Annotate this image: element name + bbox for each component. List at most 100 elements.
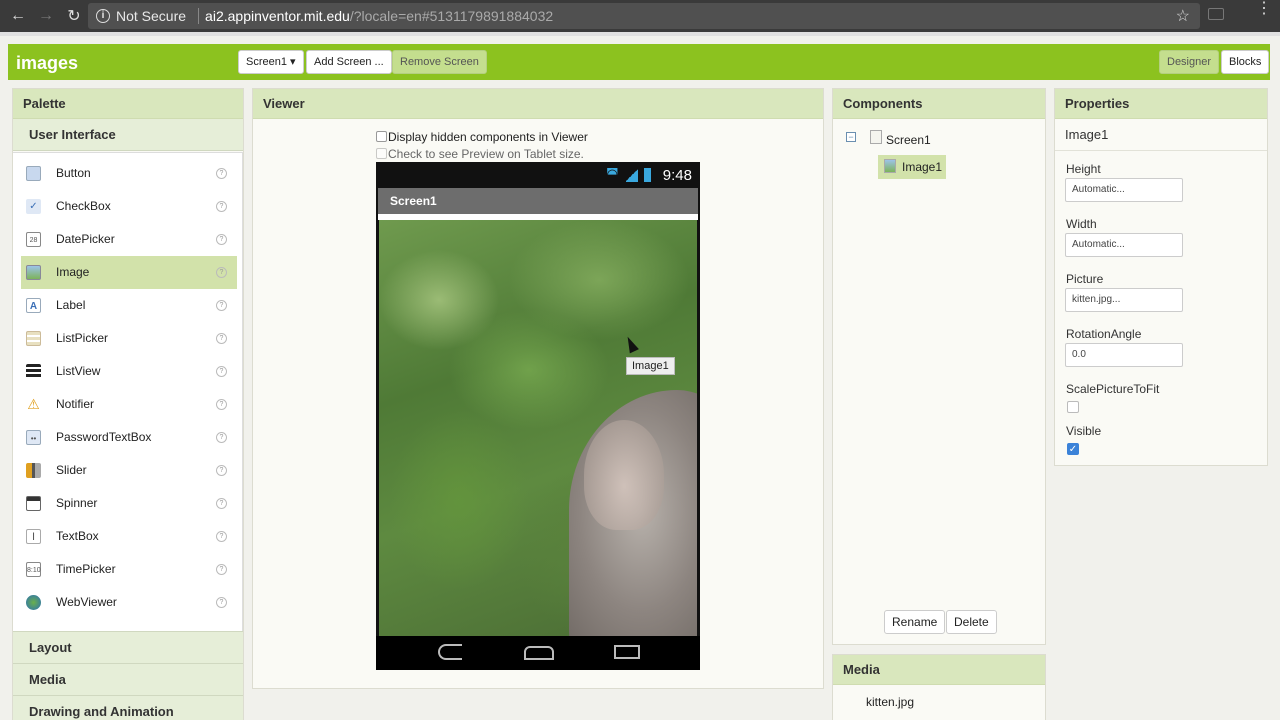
palette-item-label[interactable]: A Label ? (21, 289, 237, 322)
status-bar: ◚ 9:48 (376, 162, 700, 188)
project-toolbar: images Screen1 ▾ Add Screen ... Remove S… (8, 44, 1270, 80)
palette-item-label: Button (56, 166, 91, 180)
palette-category-layout[interactable]: Layout (13, 631, 243, 663)
display-hidden-checkbox[interactable] (376, 131, 387, 142)
tablet-preview-checkbox[interactable] (376, 148, 387, 159)
add-screen-button[interactable]: Add Screen ... (306, 50, 392, 74)
help-icon[interactable]: ? (216, 432, 227, 443)
button-icon (26, 166, 41, 181)
help-icon[interactable]: ? (216, 465, 227, 476)
cast-icon[interactable] (1208, 8, 1224, 20)
help-icon[interactable]: ? (216, 366, 227, 377)
palette-item-image[interactable]: Image ? (21, 256, 237, 289)
prop-rotation-input[interactable]: 0.0 (1065, 343, 1183, 367)
image-icon (26, 265, 41, 280)
prop-rotation-label: RotationAngle (1066, 327, 1142, 341)
rename-button[interactable]: Rename (884, 610, 946, 634)
help-icon[interactable]: ? (216, 531, 227, 542)
palette-item-passwordtextbox[interactable]: •• PasswordTextBox ? (21, 421, 237, 454)
delete-button[interactable]: Delete (946, 610, 997, 634)
screen-dropdown-label: Screen1 (246, 56, 287, 68)
properties-title: Properties (1055, 89, 1267, 119)
palette-item-webviewer[interactable]: WebViewer ? (21, 586, 237, 619)
timepicker-icon: 8:10 (26, 562, 41, 577)
designer-button[interactable]: Designer (1159, 50, 1220, 74)
status-clock: 9:48 (662, 167, 692, 184)
palette-item-label: PasswordTextBox (56, 430, 152, 444)
checkbox-icon: ✓ (26, 199, 41, 214)
datepicker-icon: 28 (26, 232, 41, 247)
remove-screen-button[interactable]: Remove Screen (392, 50, 487, 74)
forward-icon[interactable]: → (32, 7, 60, 25)
bookmark-star-icon[interactable]: ☆ (1176, 6, 1190, 26)
address-bar[interactable]: i Not Secure ai2.appinventor.mit.edu /?l… (88, 3, 1200, 29)
palette-item-label: TextBox (56, 529, 99, 543)
palette-item-listpicker[interactable]: ListPicker ? (21, 322, 237, 355)
palette-item-timepicker[interactable]: 8:10 TimePicker ? (21, 553, 237, 586)
palette-item-spinner[interactable]: Spinner ? (21, 487, 237, 520)
palette-item-listview[interactable]: ListView ? (21, 355, 237, 388)
help-icon[interactable]: ? (216, 333, 227, 344)
image1-kitten-photo[interactable] (379, 220, 697, 636)
palette-category-drawing-and-animation[interactable]: Drawing and Animation (13, 695, 243, 720)
caret-down-icon: ▾ (290, 56, 296, 68)
screen-node-icon (870, 130, 882, 144)
palette-category-media[interactable]: Media (13, 663, 243, 695)
palette-item-label: Spinner (56, 496, 98, 510)
palette-item-notifier[interactable]: ⚠ Notifier ? (21, 388, 237, 421)
url-host: ai2.appinventor.mit.edu (205, 8, 350, 24)
palette-item-label: WebViewer (56, 595, 117, 609)
palette-section-user-interface[interactable]: User Interface (13, 119, 243, 151)
prop-visible-checkbox[interactable]: ✓ (1067, 443, 1079, 455)
help-icon[interactable]: ? (216, 234, 227, 245)
passwordtextbox-icon: •• (26, 430, 41, 445)
component-screen1[interactable]: Screen1 (886, 133, 931, 147)
prop-width-label: Width (1066, 217, 1097, 231)
prop-height-input[interactable]: Automatic... (1065, 178, 1183, 202)
palette-item-label: CheckBox (56, 199, 111, 213)
slider-icon (26, 463, 41, 478)
collapse-icon[interactable]: − (846, 132, 856, 142)
help-icon[interactable]: ? (216, 168, 227, 179)
textbox-icon: I (26, 529, 41, 544)
battery-icon (644, 168, 651, 182)
screen-dropdown[interactable]: Screen1 ▾ (238, 50, 304, 74)
palette-item-label: Label (56, 298, 86, 312)
component-image1[interactable]: Image1 (902, 160, 942, 174)
prop-width-input[interactable]: Automatic... (1065, 233, 1183, 257)
android-nav-bar (376, 636, 700, 670)
blocks-button[interactable]: Blocks (1221, 50, 1270, 74)
help-icon[interactable]: ? (216, 300, 227, 311)
prop-scale-checkbox[interactable] (1067, 401, 1079, 413)
help-icon[interactable]: ? (216, 597, 227, 608)
back-nav-icon (438, 644, 462, 660)
info-icon[interactable]: i (96, 9, 110, 23)
palette-item-label: Image (56, 265, 90, 279)
help-icon[interactable]: ? (216, 399, 227, 410)
spinner-icon (26, 496, 41, 511)
palette-item-slider[interactable]: Slider ? (21, 454, 237, 487)
properties-component-name: Image1 (1055, 119, 1267, 151)
label-icon: A (26, 298, 41, 313)
media-panel: Media (832, 654, 1046, 720)
wifi-icon: ◚ (606, 166, 619, 181)
palette-item-label: ListPicker (56, 331, 109, 345)
help-icon[interactable]: ? (216, 564, 227, 575)
prop-scale-label: ScalePictureToFit (1066, 382, 1160, 396)
prop-picture-input[interactable]: kitten.jpg... (1065, 288, 1183, 312)
browser-menu-icon[interactable]: ⋮ (1256, 1, 1272, 17)
reload-icon[interactable]: ↻ (60, 6, 88, 26)
notifier-icon: ⚠ (27, 396, 40, 412)
media-file-kitten[interactable]: kitten.jpg (866, 695, 914, 709)
palette-item-checkbox[interactable]: ✓ CheckBox ? (21, 190, 237, 223)
palette-item-datepicker[interactable]: 28 DatePicker ? (21, 223, 237, 256)
help-icon[interactable]: ? (216, 201, 227, 212)
help-icon[interactable]: ? (216, 498, 227, 509)
palette-item-textbox[interactable]: I TextBox ? (21, 520, 237, 553)
back-icon[interactable]: ← (4, 7, 32, 25)
prop-height-label: Height (1066, 162, 1101, 176)
bookmarks-strip (0, 32, 1280, 36)
help-icon[interactable]: ? (216, 267, 227, 278)
listview-icon (26, 364, 41, 379)
palette-item-button[interactable]: Button ? (21, 157, 237, 190)
